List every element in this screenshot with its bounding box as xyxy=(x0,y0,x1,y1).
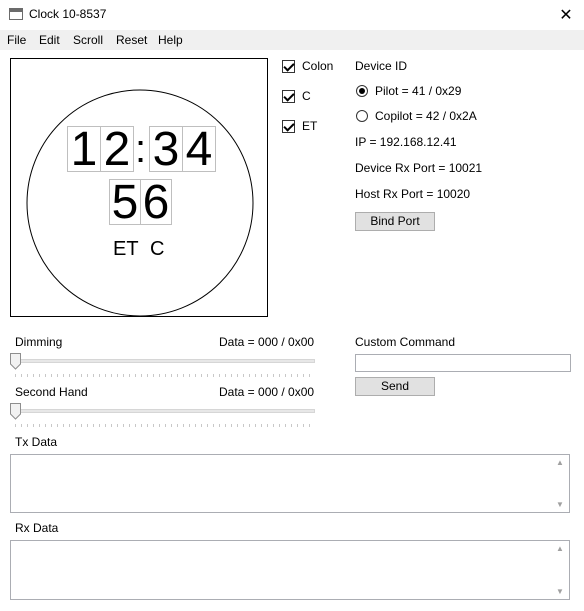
menu-file[interactable]: File xyxy=(7,33,26,47)
clock-label-et: ET xyxy=(113,238,139,260)
radio-unselected-icon[interactable] xyxy=(356,110,368,122)
dimming-data: Data = 000 / 0x00 xyxy=(219,335,315,349)
ip-address: IP = 192.168.12.41 xyxy=(355,135,457,149)
tx-data-scrollbar[interactable]: ▲ ▼ xyxy=(553,456,568,511)
radio-selected-icon[interactable] xyxy=(356,85,368,97)
second-hand-slider-track[interactable] xyxy=(11,409,315,413)
app-icon xyxy=(9,8,23,20)
custom-command-label: Custom Command xyxy=(355,335,456,349)
window-title: Clock 10-8537 xyxy=(29,7,107,21)
checkbox-check-icon[interactable] xyxy=(282,119,295,133)
dimming-slider-thumb[interactable] xyxy=(10,353,21,370)
scroll-up-icon[interactable]: ▲ xyxy=(556,544,564,553)
scroll-down-icon[interactable]: ▼ xyxy=(556,587,564,596)
second-ones-digit: 6 xyxy=(140,179,172,227)
menu-help[interactable]: Help xyxy=(158,33,183,47)
hour-ones-digit: 2 xyxy=(100,126,134,174)
dimming-slider-track[interactable] xyxy=(11,359,315,363)
scroll-up-icon[interactable]: ▲ xyxy=(556,458,564,467)
close-icon[interactable]: ✕ xyxy=(548,0,584,30)
custom-command-input[interactable] xyxy=(355,354,571,372)
menu-edit[interactable]: Edit xyxy=(39,33,60,47)
copilot-radio[interactable]: Copilot = 42 / 0x2A xyxy=(356,109,477,123)
c-checkbox-label: C xyxy=(302,89,311,103)
dimming-slider-ticks xyxy=(15,374,315,377)
clock-label-c: C xyxy=(150,238,165,260)
hour-tens-digit: 1 xyxy=(67,126,101,174)
clock-colon: : xyxy=(135,127,147,171)
clock-panel: 1 2 : 3 4 5 6 ET C xyxy=(10,58,268,317)
second-hand-slider-ticks xyxy=(15,424,315,427)
rx-data-textarea[interactable]: ▲ ▼ xyxy=(10,540,570,600)
minute-tens-digit: 3 xyxy=(149,126,183,174)
menu-bar: File Edit Scroll Reset Help xyxy=(0,30,584,50)
tx-data-label: Tx Data xyxy=(15,435,58,449)
second-hand-label: Second Hand xyxy=(15,385,88,399)
rx-data-value xyxy=(11,541,569,545)
pilot-radio[interactable]: Pilot = 41 / 0x29 xyxy=(356,84,461,98)
second-hand-data: Data = 000 / 0x00 xyxy=(219,385,315,399)
checkbox-check-icon[interactable] xyxy=(282,89,295,103)
et-checkbox-label: ET xyxy=(302,119,318,133)
host-rx-port: Host Rx Port = 10020 xyxy=(355,187,471,201)
colon-checkbox[interactable]: Colon xyxy=(282,59,333,73)
device-rx-port: Device Rx Port = 10021 xyxy=(355,161,483,175)
rx-data-label: Rx Data xyxy=(15,521,59,535)
rx-data-scrollbar[interactable]: ▲ ▼ xyxy=(553,542,568,598)
colon-checkbox-label: Colon xyxy=(302,59,334,73)
dimming-label: Dimming xyxy=(15,335,63,349)
checkbox-check-icon[interactable] xyxy=(282,59,295,73)
second-tens-digit: 5 xyxy=(109,179,141,227)
c-checkbox[interactable]: C xyxy=(282,89,311,103)
send-button[interactable]: Send xyxy=(355,377,435,396)
title-bar: Clock 10-8537 ✕ xyxy=(0,0,584,30)
bind-port-button[interactable]: Bind Port xyxy=(355,212,435,231)
pilot-radio-label: Pilot = 41 / 0x29 xyxy=(375,84,462,98)
scroll-down-icon[interactable]: ▼ xyxy=(556,500,564,509)
tx-data-textarea[interactable]: ▲ ▼ xyxy=(10,454,570,513)
copilot-radio-label: Copilot = 42 / 0x2A xyxy=(375,109,477,123)
menu-reset[interactable]: Reset xyxy=(116,33,147,47)
tx-data-value xyxy=(11,455,569,459)
menu-scroll[interactable]: Scroll xyxy=(73,33,103,47)
et-checkbox[interactable]: ET xyxy=(282,119,317,133)
second-hand-slider-thumb[interactable] xyxy=(10,403,21,420)
minute-ones-digit: 4 xyxy=(182,126,216,174)
device-id-heading: Device ID xyxy=(355,59,408,73)
